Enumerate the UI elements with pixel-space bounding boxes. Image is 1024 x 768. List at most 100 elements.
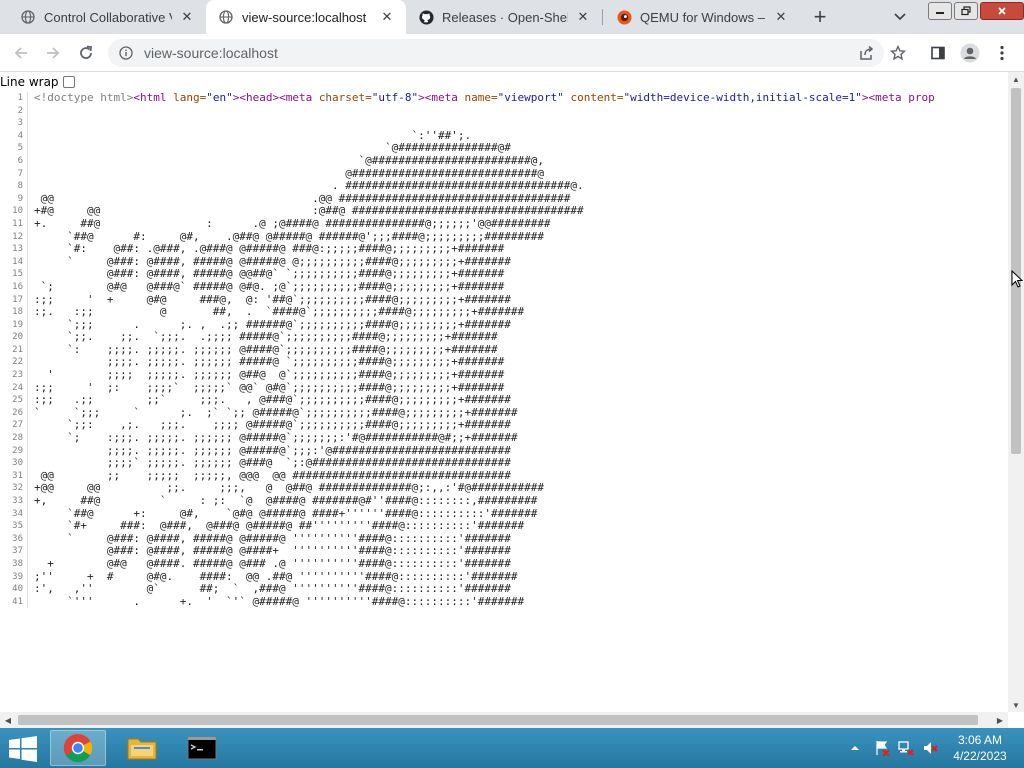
line-number: 25 — [0, 394, 28, 407]
line-number: 20 — [0, 331, 28, 344]
line-content: `''' . +. ' `'` @#####@ ''''''''''####@:… — [34, 594, 525, 608]
line-number: 29 — [0, 444, 28, 458]
line-number: 34 — [0, 507, 28, 521]
share-button[interactable] — [854, 41, 878, 65]
source-code: 1 <!doctype html><html lang="en"><head><… — [0, 92, 1008, 712]
scrollbar-thumb[interactable] — [18, 715, 978, 725]
line-number: 5 — [0, 142, 28, 155]
taskbar-chrome[interactable] — [50, 730, 106, 766]
tab-search-button[interactable] — [888, 5, 912, 29]
close-icon[interactable]: ✕ — [772, 8, 790, 26]
value-token: "utf-8" — [371, 92, 419, 104]
line-number: 6 — [0, 154, 28, 168]
minimize-button[interactable] — [928, 2, 952, 20]
line-content: `; :;;;. ;;;;;. ;;;;;; @#####@`;;;;;;;:'… — [34, 431, 518, 445]
browser-toolbar: view-source:localhost — [0, 34, 1024, 72]
restore-icon — [961, 6, 971, 16]
close-icon[interactable]: ✕ — [574, 8, 592, 26]
horizontal-scrollbar[interactable]: ◀ ▶ — [0, 712, 1008, 728]
close-icon — [998, 7, 1006, 15]
new-tab-button[interactable]: + — [808, 4, 832, 29]
line-number: 17 — [0, 293, 28, 307]
folder-icon — [127, 738, 157, 760]
close-window-button[interactable] — [980, 2, 1024, 20]
line-number: 41 — [0, 595, 28, 609]
info-icon[interactable] — [118, 45, 134, 61]
line-content: . ##################################@. — [34, 179, 584, 193]
line-number: 16 — [0, 280, 28, 294]
tab-strip: Control Collaborative Vir ✕ view-source:… — [0, 0, 1024, 34]
github-icon — [418, 9, 434, 25]
scroll-left-arrow[interactable]: ◀ — [0, 712, 16, 728]
line-number: 7 — [0, 167, 28, 181]
line-number: 10 — [0, 205, 28, 218]
tab-control-collaborative[interactable]: Control Collaborative Vir ✕ — [8, 0, 206, 34]
close-icon[interactable]: ✕ — [178, 8, 196, 26]
scroll-down-arrow[interactable]: ▼ — [1008, 698, 1024, 712]
system-clock[interactable]: 3:06 AM 4/22/2023 — [948, 732, 1012, 764]
chevron-down-icon — [894, 13, 906, 21]
tag-token: ><meta prop — [861, 92, 935, 104]
line-content: :;. :;; @ ##, . `####@`;;;;;;;;;;####@;;… — [34, 305, 525, 319]
line-content: `; @#@ @###@` #####@ @#@. ;@`;;;;;;;;;;#… — [34, 279, 505, 293]
chevron-up-icon[interactable] — [850, 744, 860, 752]
tab-releases-open-shell[interactable]: Releases · Open-Shell/Op ✕ — [406, 0, 602, 34]
network-icon[interactable] — [898, 740, 914, 756]
line-content: `;;. ;;. `;;;. .;;;; #####@`;;;;;;;;;;##… — [34, 330, 498, 344]
taskbar-file-explorer[interactable] — [114, 730, 170, 766]
volume-muted-icon[interactable] — [922, 740, 938, 756]
profile-button[interactable] — [958, 41, 982, 65]
back-button[interactable] — [9, 41, 33, 65]
source-line: 38 + @#@ @####. #####@ @### .@ '''''''''… — [0, 556, 1008, 571]
bookmark-button[interactable] — [886, 41, 910, 65]
source-line: 2 — [0, 104, 1008, 118]
star-icon — [890, 45, 906, 61]
line-number: 4 — [0, 129, 28, 143]
vertical-scrollbar[interactable]: ▲ ▼ — [1008, 72, 1024, 712]
tab-qemu-for-windows[interactable]: QEMU for Windows – Ins ✕ — [604, 0, 800, 34]
line-wrap-toggle[interactable]: Line wrap — [0, 74, 75, 90]
clock-date: 4/22/2023 — [953, 749, 1007, 763]
line-number: 13 — [0, 243, 28, 256]
taskbar-command-prompt[interactable] — [174, 730, 230, 766]
taskbar: 3:06 AM 4/22/2023 — [0, 728, 1024, 768]
line-number: 9 — [0, 192, 28, 206]
line-content: <!doctype html><html lang="en"><head><me… — [28, 92, 935, 105]
line-content: `#: @##: .@###, .@###@ @#####@ ###@:;;;;… — [34, 242, 505, 256]
source-line: 30 ;;;;` ;;;;;. ;;;;;; @###@ `;:@#######… — [0, 457, 1008, 470]
tab-title: Control Collaborative Vir — [44, 9, 172, 25]
side-panel-button[interactable] — [926, 41, 950, 65]
line-number: 40 — [0, 583, 28, 596]
value-token: "viewport" — [497, 92, 564, 104]
line-number: 36 — [0, 532, 28, 546]
scroll-right-arrow[interactable]: ▶ — [992, 712, 1008, 728]
tab-view-source[interactable]: view-source:localhost ✕ — [206, 0, 406, 34]
line-content: +, ##@ ` : ;: `@ @####@ #######@#''####@… — [34, 494, 538, 507]
line-content: + @#@ @####. #####@ @### .@ ''''''''''##… — [34, 556, 511, 570]
start-button[interactable] — [8, 736, 38, 762]
line-number: 37 — [0, 545, 28, 558]
scroll-up-arrow[interactable]: ▲ — [1008, 72, 1024, 86]
line-number: 12 — [0, 230, 28, 244]
line-number: 33 — [0, 495, 28, 508]
address-bar[interactable]: view-source:localhost — [108, 39, 884, 67]
line-number: 18 — [0, 306, 28, 319]
maximize-button[interactable] — [954, 2, 978, 20]
tab-title: Releases · Open-Shell/Op — [442, 9, 568, 25]
source-line: 18 :;. :;; @ ##, . `####@`;;;;;;;;;;####@… — [0, 305, 1008, 319]
menu-button[interactable] — [990, 41, 1014, 65]
reload-icon — [80, 45, 93, 59]
forward-button[interactable] — [41, 41, 65, 65]
attr-token: charset= — [318, 92, 372, 104]
reload-button[interactable] — [74, 41, 98, 65]
tab-title: view-source:localhost — [242, 9, 367, 25]
close-icon[interactable]: ✕ — [378, 8, 396, 26]
source-line: 20 `;;. ;;. `;;;. .;;;; #####@`;;;;;;;;;… — [0, 331, 1008, 344]
line-content: :;; .;; ;;` ;;;. , @###@`;;;;;;;;;;####@… — [34, 393, 511, 407]
line-number: 14 — [0, 255, 28, 269]
side-panel-icon — [931, 46, 945, 60]
line-number: 15 — [0, 268, 28, 281]
action-center-flag-icon[interactable] — [874, 740, 890, 756]
line-number: 23 — [0, 369, 28, 382]
line-wrap-checkbox[interactable] — [62, 76, 75, 88]
